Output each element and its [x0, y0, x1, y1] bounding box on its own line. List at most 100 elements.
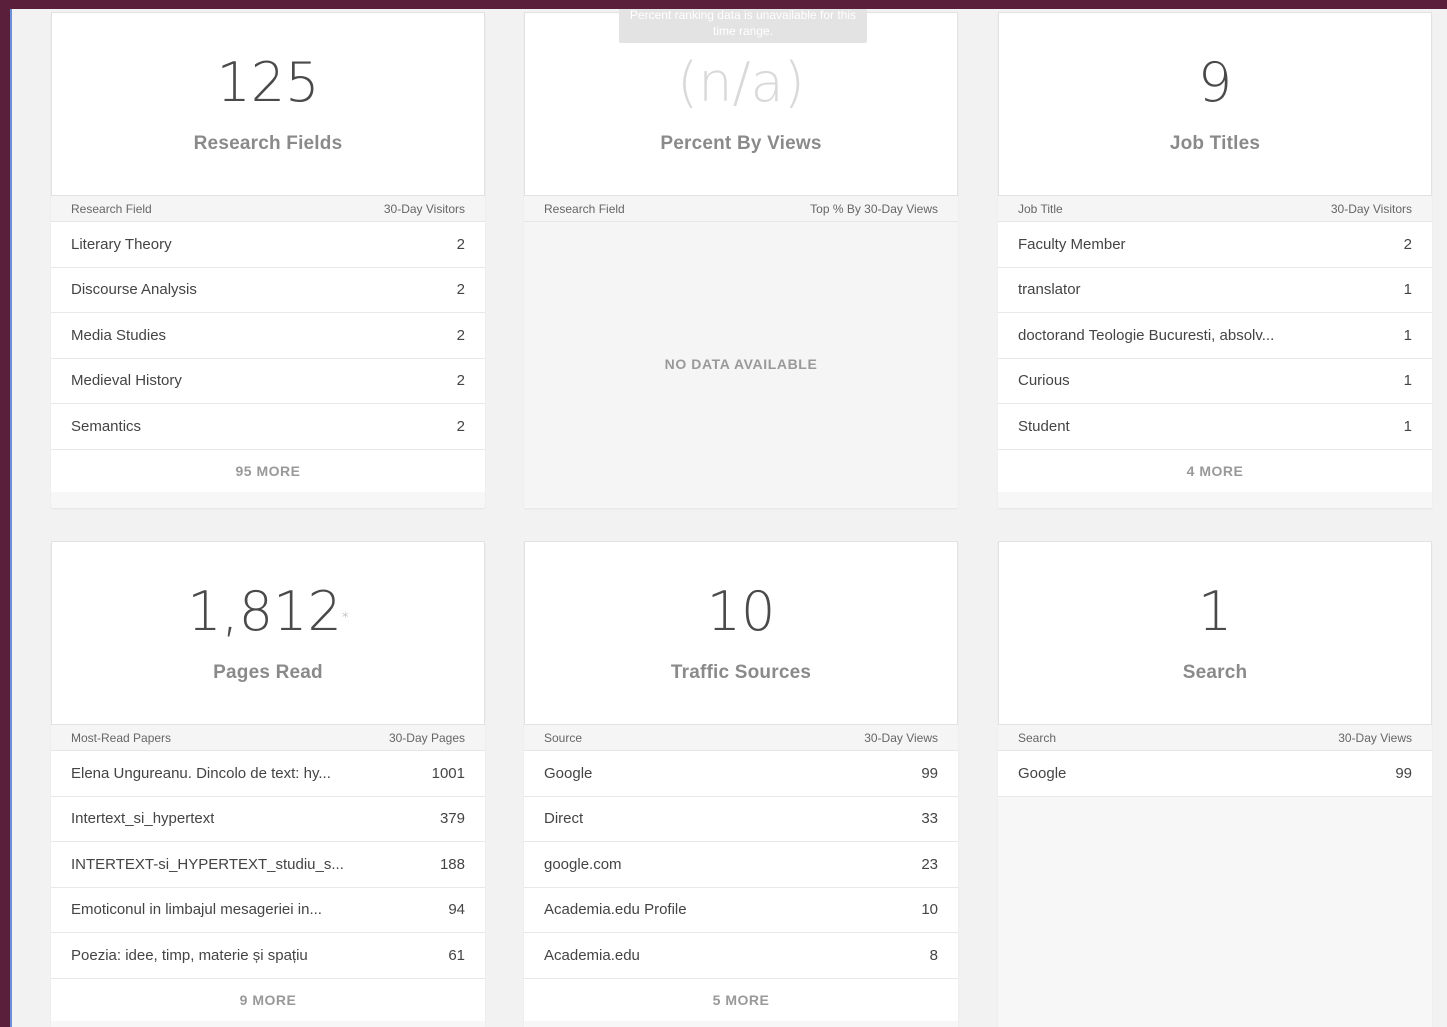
research-fields-header: 125 Research Fields — [51, 12, 485, 196]
row-label: Poezia: idee, timp, materie și spațiu — [71, 946, 308, 964]
table-row[interactable]: Poezia: idee, timp, materie și spațiu 61 — [51, 933, 485, 979]
row-label: Elena Ungureanu. Dincolo de text: hy... — [71, 764, 331, 782]
row-value: 2 — [456, 281, 465, 299]
row-value: 1 — [1403, 326, 1412, 344]
row-value: 2 — [456, 326, 465, 344]
column-header-left: Research Field — [544, 201, 625, 216]
table-row[interactable]: Curious 1 — [998, 358, 1432, 404]
traffic-sources-count: 10 — [706, 580, 776, 643]
row-value: 379 — [439, 810, 465, 828]
row-value: 1 — [1403, 372, 1412, 390]
row-label: INTERTEXT-si_HYPERTEXT_studiu_s... — [71, 855, 344, 873]
table-row[interactable]: Intertext_si_hypertext 379 — [51, 796, 485, 842]
row-label: Semantics — [71, 417, 142, 435]
row-label: Literary Theory — [71, 235, 172, 253]
percent-by-views-header: (n/a) Percent By Views Percent ranking d… — [524, 9, 958, 196]
row-label: Medieval History — [71, 372, 182, 390]
row-label: Intertext_si_hypertext — [71, 810, 215, 828]
row-value: 8 — [929, 946, 938, 964]
search-header: 1 Search — [998, 541, 1432, 725]
table-row[interactable]: translator 1 — [998, 267, 1432, 313]
column-header-left: Source — [544, 730, 583, 745]
row-label: Direct — [544, 810, 584, 828]
more-button[interactable]: 9 MORE — [51, 978, 485, 1021]
column-header-left: Research Field — [71, 201, 152, 216]
table-row[interactable]: Literary Theory 2 — [51, 222, 485, 268]
no-data-message: NO DATA AVAILABLE — [524, 222, 958, 506]
row-value: 1 — [1403, 417, 1412, 435]
row-value: 33 — [921, 810, 938, 828]
traffic-sources-header: 10 Traffic Sources — [524, 541, 958, 725]
row-label: Academia.edu Profile — [544, 901, 687, 919]
table-row[interactable]: Emoticonul in limbajul mesageriei in... 9… — [51, 887, 485, 933]
traffic-sources-card: 10 Traffic Sources Source 30-Day Views G… — [524, 541, 958, 1027]
unavailable-tooltip: Percent ranking data is unavailable for … — [619, 9, 867, 43]
table-row[interactable]: Google 99 — [524, 751, 958, 797]
row-value: 1001 — [431, 764, 465, 782]
pages-read-label: Pages Read — [213, 662, 323, 683]
search-count: 1 — [1197, 580, 1233, 643]
more-button[interactable]: 95 MORE — [51, 449, 485, 492]
column-header-left: Search — [1018, 730, 1057, 745]
table-row[interactable]: Semantics 2 — [51, 404, 485, 450]
row-label: Emoticonul in limbajul mesageriei in... — [71, 901, 322, 919]
table-row[interactable]: Direct 33 — [524, 796, 958, 842]
pages-read-count: 1,812* — [52, 580, 484, 644]
row-value: 99 — [921, 764, 938, 782]
table-row[interactable]: Elena Ungureanu. Dincolo de text: hy... 1… — [51, 751, 485, 797]
more-button[interactable]: 5 MORE — [524, 978, 958, 1021]
job-titles-label: Job Titles — [1169, 133, 1261, 154]
pages-read-header: 1,812* Pages Read — [51, 541, 485, 725]
column-header: Most-Read Papers 30-Day Pages — [51, 725, 485, 751]
column-header: Research Field 30-Day Visitors — [51, 196, 485, 222]
row-value: 2 — [456, 235, 465, 253]
table-row[interactable]: Student 1 — [998, 404, 1432, 450]
column-header-right: 30-Day Views — [1338, 730, 1412, 745]
more-button[interactable]: 4 MORE — [998, 449, 1432, 492]
row-value: 10 — [921, 901, 938, 919]
column-header: Search 30-Day Views — [998, 725, 1432, 751]
analytics-panel: 125 Research Fields Research Field 30-Da… — [10, 9, 1447, 1027]
row-value: 99 — [1395, 764, 1412, 782]
percent-by-views-card: (n/a) Percent By Views Percent ranking d… — [524, 9, 958, 508]
table-row[interactable]: Academia.edu 8 — [524, 933, 958, 979]
row-value: 23 — [921, 855, 938, 873]
row-label: Academia.edu — [544, 946, 640, 964]
pages-read-card: 1,812* Pages Read Most-Read Papers 30-Da… — [51, 541, 485, 1027]
search-card: 1 Search Search 30-Day Views Google 99 — [998, 541, 1432, 1027]
column-header-right: 30-Day Visitors — [1330, 201, 1412, 216]
table-row[interactable]: google.com 23 — [524, 842, 958, 888]
row-value: 61 — [448, 946, 465, 964]
table-row[interactable]: INTERTEXT-si_HYPERTEXT_studiu_s... 188 — [51, 842, 485, 888]
row-value: 2 — [1403, 235, 1412, 253]
top-strip — [0, 0, 1447, 9]
row-label: Curious — [1018, 372, 1070, 390]
column-header-right: 30-Day Views — [864, 730, 938, 745]
row-label: Media Studies — [71, 326, 167, 344]
percent-by-views-label: Percent By Views — [660, 133, 822, 154]
row-label: google.com — [544, 855, 622, 873]
table-row[interactable]: Medieval History 2 — [51, 358, 485, 404]
row-value: 94 — [448, 901, 465, 919]
table-row[interactable]: Discourse Analysis 2 — [51, 267, 485, 313]
table-row[interactable]: Media Studies 2 — [51, 313, 485, 359]
table-row[interactable]: Faculty Member 2 — [998, 222, 1432, 268]
traffic-sources-label: Traffic Sources — [670, 662, 812, 683]
asterisk-marker: * — [341, 610, 349, 626]
column-header-right: 30-Day Visitors — [383, 201, 465, 216]
row-value: 1 — [1403, 281, 1412, 299]
column-header-left: Job Title — [1018, 201, 1063, 216]
column-header-left: Most-Read Papers — [71, 730, 172, 745]
job-titles-count: 9 — [1197, 51, 1233, 114]
research-fields-card: 125 Research Fields Research Field 30-Da… — [51, 12, 485, 508]
job-titles-header: 9 Job Titles — [998, 12, 1432, 196]
table-row[interactable]: Google 99 — [998, 751, 1432, 797]
row-value: 2 — [456, 417, 465, 435]
table-row[interactable]: Academia.edu Profile 10 — [524, 887, 958, 933]
row-value: 188 — [439, 855, 465, 873]
search-label: Search — [1182, 662, 1248, 683]
row-label: Faculty Member — [1018, 235, 1126, 253]
research-fields-label: Research Fields — [193, 133, 343, 154]
table-row[interactable]: doctorand Teologie Bucuresti, absolv... 1 — [998, 313, 1432, 359]
research-fields-count: 125 — [216, 51, 320, 114]
